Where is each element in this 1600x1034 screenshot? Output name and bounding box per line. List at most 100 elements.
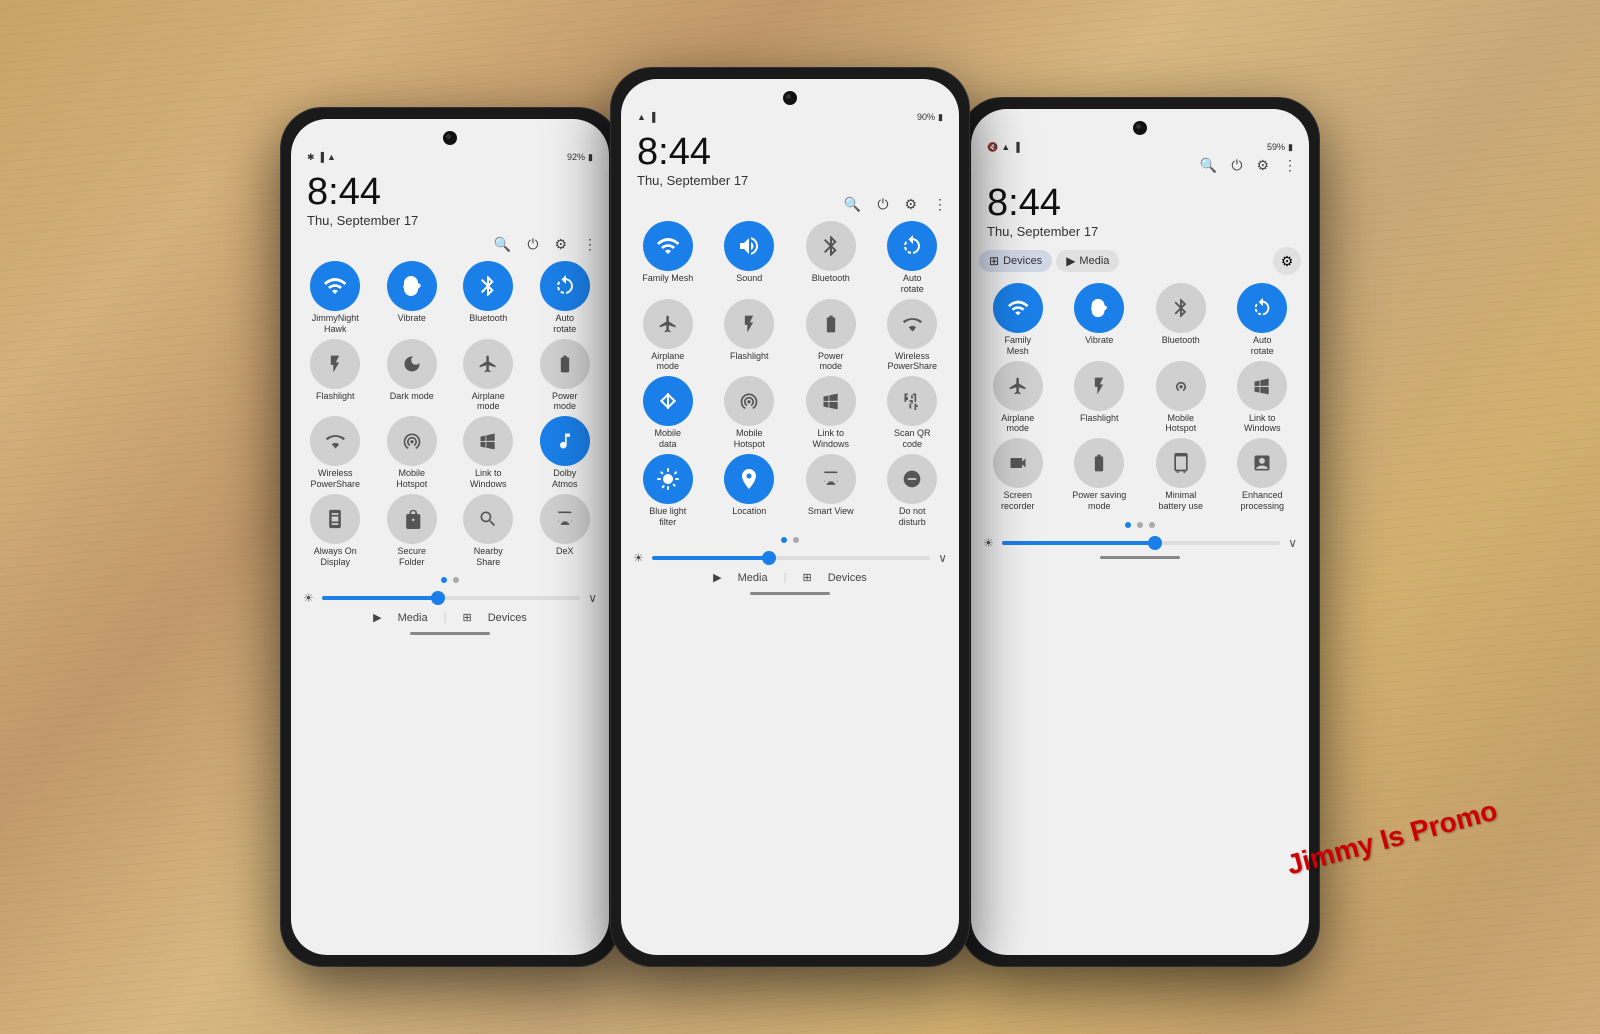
dots-right xyxy=(971,516,1309,534)
tile-hotspot-left[interactable]: MobileHotspot xyxy=(376,416,449,490)
tile-flash-mid[interactable]: Flashlight xyxy=(711,299,789,373)
tile-wifi-left[interactable]: JimmyNightHawk xyxy=(299,261,372,335)
status-bar-right: 🔇 ▲ ▐ 59% ▮ xyxy=(971,139,1309,155)
tile-dex-left[interactable]: DeX xyxy=(529,494,602,568)
tab-settings-btn[interactable]: ⚙ xyxy=(1273,247,1301,275)
brightness-arrow-right[interactable]: ∨ xyxy=(1288,536,1297,550)
tile-label-sound-mid: Sound xyxy=(736,273,762,284)
tile-bluelight-mid[interactable]: Blue lightfilter xyxy=(629,454,707,528)
more-icon-right[interactable]: ⋮ xyxy=(1283,157,1297,174)
power-icon-mid[interactable]: ⏻ xyxy=(877,196,888,213)
brightness-track-left[interactable] xyxy=(322,596,580,600)
brightness-track-right[interactable] xyxy=(1002,541,1280,545)
tile-wireless-mid[interactable]: WirelessPowerShare xyxy=(874,299,952,373)
tile-flash-left[interactable]: Flashlight xyxy=(299,339,372,413)
tile-vibrate-left[interactable]: Vibrate xyxy=(376,261,449,335)
tile-windows-left[interactable]: Link toWindows xyxy=(452,416,525,490)
tab-devices[interactable]: ⊞ Devices xyxy=(979,250,1052,272)
tile-bt-right[interactable]: Bluetooth xyxy=(1142,283,1220,357)
tile-secure-left[interactable]: SecureFolder xyxy=(376,494,449,568)
tile-dark-left[interactable]: Dark mode xyxy=(376,339,449,413)
tile-airplane-mid[interactable]: Airplanemode xyxy=(629,299,707,373)
tile-icon-flash-mid xyxy=(724,299,774,349)
tile-power-left[interactable]: Powermode xyxy=(529,339,602,413)
tile-sound-mid[interactable]: Sound xyxy=(711,221,789,295)
brightness-arrow-left[interactable]: ∨ xyxy=(588,591,597,605)
tile-vibrate-right[interactable]: Vibrate xyxy=(1061,283,1139,357)
power-icon-right[interactable]: ⏻ xyxy=(1231,157,1242,174)
settings-icon-right[interactable]: ⚙ xyxy=(1256,157,1269,174)
devices-tab-icon: ⊞ xyxy=(989,254,999,268)
devices-label-mid[interactable]: Devices xyxy=(828,572,867,584)
tile-rotate-left[interactable]: Autorotate xyxy=(529,261,602,335)
tile-icon-power-mid xyxy=(806,299,856,349)
tile-familymesh-right[interactable]: FamilyMesh xyxy=(979,283,1057,357)
tile-mobiledata-mid[interactable]: Mobiledata xyxy=(629,376,707,450)
tile-windows-mid[interactable]: Link toWindows xyxy=(792,376,870,450)
search-icon-right[interactable]: 🔍 xyxy=(1200,157,1217,174)
search-icon-left[interactable]: 🔍 xyxy=(494,236,511,253)
tile-icon-windows-right xyxy=(1237,361,1287,411)
media-label-left[interactable]: Media xyxy=(398,612,428,624)
tile-icon-powersave-right xyxy=(1074,438,1124,488)
tile-aod-left[interactable]: Always OnDisplay xyxy=(299,494,372,568)
tile-familymesh-mid[interactable]: Family Mesh xyxy=(629,221,707,295)
signal-right: ▐ xyxy=(1013,142,1019,152)
tile-dolby-left[interactable]: DolbyAtmos xyxy=(529,416,602,490)
dot2-mid xyxy=(793,537,799,543)
tile-icon-bt-mid xyxy=(806,221,856,271)
brightness-left: ☀ ∨ xyxy=(291,589,609,607)
brightness-thumb-left[interactable] xyxy=(431,591,445,605)
brightness-arrow-mid[interactable]: ∨ xyxy=(938,551,947,565)
tab-media[interactable]: ▶ Media xyxy=(1056,250,1119,272)
tile-powersave-right[interactable]: Power savingmode xyxy=(1061,438,1139,512)
tile-label-aod-left: Always OnDisplay xyxy=(314,546,357,568)
media-label-mid[interactable]: Media xyxy=(738,572,768,584)
tile-icon-airplane-left xyxy=(463,339,513,389)
tile-screenrec-right[interactable]: Screenrecorder xyxy=(979,438,1057,512)
brightness-thumb-right[interactable] xyxy=(1148,536,1162,550)
search-icon-mid[interactable]: 🔍 xyxy=(844,196,861,213)
devices-label-left[interactable]: Devices xyxy=(488,612,527,624)
tile-power-mid[interactable]: Powermode xyxy=(792,299,870,373)
brightness-thumb-mid[interactable] xyxy=(762,551,776,565)
more-icon-left[interactable]: ⋮ xyxy=(583,236,597,253)
tile-icon-familymesh-right xyxy=(993,283,1043,333)
tile-label-screenrec-right: Screenrecorder xyxy=(1001,490,1035,512)
tile-hotspot-right[interactable]: MobileHotspot xyxy=(1142,361,1220,435)
tile-bt-mid[interactable]: Bluetooth xyxy=(792,221,870,295)
tile-enhanced-right[interactable]: Enhancedprocessing xyxy=(1224,438,1302,512)
power-icon-left[interactable]: ⏻ xyxy=(527,236,538,253)
tile-label-windows-right: Link toWindows xyxy=(1244,413,1281,435)
tile-icon-dark-left xyxy=(387,339,437,389)
tile-minbattery-right[interactable]: Minimalbattery use xyxy=(1142,438,1220,512)
more-icon-mid[interactable]: ⋮ xyxy=(933,196,947,213)
tile-airplane-right[interactable]: Airplanemode xyxy=(979,361,1057,435)
tile-dnd-mid[interactable]: Do notdisturb xyxy=(874,454,952,528)
settings-icon-mid[interactable]: ⚙ xyxy=(904,196,917,213)
dot1-right xyxy=(1125,522,1131,528)
tile-bt-left[interactable]: Bluetooth xyxy=(452,261,525,335)
tile-qr-mid[interactable]: Scan QRcode xyxy=(874,376,952,450)
tile-wireless-left[interactable]: WirelessPowerShare xyxy=(299,416,372,490)
bt-icon: ✱ xyxy=(307,152,315,163)
brightness-track-mid[interactable] xyxy=(652,556,930,560)
qs-toolbar-left: 🔍 ⏻ ⚙ ⋮ xyxy=(291,232,609,257)
tile-location-mid[interactable]: Location xyxy=(711,454,789,528)
tile-icon-airplane-mid xyxy=(643,299,693,349)
tile-rotate-right[interactable]: Autorotate xyxy=(1224,283,1302,357)
settings-icon-left[interactable]: ⚙ xyxy=(554,236,567,253)
tile-windows-right[interactable]: Link toWindows xyxy=(1224,361,1302,435)
tile-nearby-left[interactable]: NearbyShare xyxy=(452,494,525,568)
tile-rotate-mid[interactable]: Autorotate xyxy=(874,221,952,295)
tile-airplane-left[interactable]: Airplanemode xyxy=(452,339,525,413)
tile-hotspot-mid[interactable]: MobileHotspot xyxy=(711,376,789,450)
tile-label-secure-left: SecureFolder xyxy=(397,546,426,568)
dots-left xyxy=(291,571,609,589)
tile-label-powersave-right: Power savingmode xyxy=(1072,490,1126,512)
tile-smartview-mid[interactable]: Smart View xyxy=(792,454,870,528)
tile-flash-right[interactable]: Flashlight xyxy=(1061,361,1139,435)
wifi-icon: ▲ xyxy=(327,152,336,162)
phone-mid: ▲ ▐ 90% ▮ 8:44 Thu, September 17 🔍 ⏻ ⚙ ⋮ xyxy=(610,67,970,967)
tile-label-wireless-mid: WirelessPowerShare xyxy=(887,351,937,373)
